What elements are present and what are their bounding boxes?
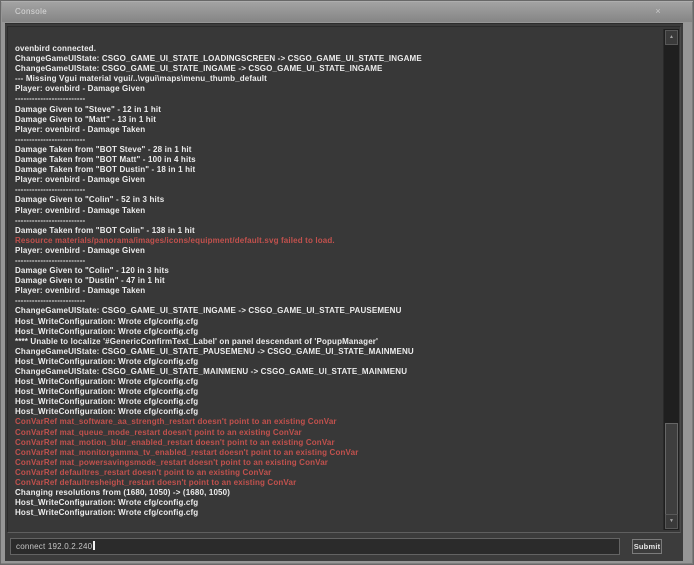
log-line: ConVarRef mat_powersavingsmode_restart d…: [15, 458, 660, 468]
log-line: Player: ovenbird - Damage Given: [15, 175, 660, 185]
console-log: ovenbird connected.ChangeGameUIState: CS…: [15, 44, 660, 530]
log-line: ChangeGameUIState: CSGO_GAME_UI_STATE_MA…: [15, 367, 660, 377]
log-line: Player: ovenbird - Damage Taken: [15, 286, 660, 296]
log-line: Damage Given to "Colin" - 52 in 3 hits: [15, 195, 660, 205]
log-line: Host_WriteConfiguration: Wrote cfg/confi…: [15, 377, 660, 387]
log-line: Host_WriteConfiguration: Wrote cfg/confi…: [15, 387, 660, 397]
log-line: ConVarRef mat_motion_blur_enabled_restar…: [15, 438, 660, 448]
log-line: ConVarRef mat_queue_mode_restart doesn't…: [15, 428, 660, 438]
log-line: Damage Given to "Matt" - 13 in 1 hit: [15, 115, 660, 125]
console-window: Console × ovenbird connected.ChangeGameU…: [0, 0, 694, 565]
command-text: connect 192.0.2.240: [16, 542, 92, 551]
up-arrow-icon: ▲: [669, 35, 674, 40]
log-line: Host_WriteConfiguration: Wrote cfg/confi…: [15, 317, 660, 327]
down-arrow-icon: ▼: [669, 519, 674, 524]
log-line: --- Missing Vgui material vgui/..\vgui\m…: [15, 74, 660, 84]
log-line: -------------------------: [15, 94, 660, 104]
log-line: ovenbird connected.: [15, 44, 660, 54]
log-line: Host_WriteConfiguration: Wrote cfg/confi…: [15, 357, 660, 367]
scrollbar-thumb[interactable]: [665, 423, 678, 515]
log-line: ChangeGameUIState: CSGO_GAME_UI_STATE_IN…: [15, 64, 660, 74]
log-line: Player: ovenbird - Damage Given: [15, 246, 660, 256]
log-line: -------------------------: [15, 296, 660, 306]
log-line: Changing resolutions from (1680, 1050) -…: [15, 488, 660, 498]
console-body: ovenbird connected.ChangeGameUIState: CS…: [5, 23, 683, 561]
log-line: Damage Given to "Steve" - 12 in 1 hit: [15, 105, 660, 115]
scrollbar[interactable]: ▲ ▼: [663, 29, 679, 530]
log-line: -------------------------: [15, 216, 660, 226]
log-line: Player: ovenbird - Damage Taken: [15, 206, 660, 216]
log-line: Host_WriteConfiguration: Wrote cfg/confi…: [15, 498, 660, 508]
log-line: Host_WriteConfiguration: Wrote cfg/confi…: [15, 508, 660, 518]
console-output-area: ovenbird connected.ChangeGameUIState: CS…: [7, 26, 681, 533]
command-input[interactable]: connect 192.0.2.240: [10, 538, 620, 555]
titlebar[interactable]: Console ×: [2, 2, 692, 22]
submit-button[interactable]: Submit: [632, 539, 662, 554]
log-line: Host_WriteConfiguration: Wrote cfg/confi…: [15, 407, 660, 417]
scroll-down-button[interactable]: ▼: [665, 514, 678, 529]
close-icon[interactable]: ×: [652, 5, 664, 17]
text-cursor: [93, 541, 95, 550]
log-line: -------------------------: [15, 135, 660, 145]
log-line: Damage Taken from "BOT Colin" - 138 in 1…: [15, 226, 660, 236]
log-line: ChangeGameUIState: CSGO_GAME_UI_STATE_IN…: [15, 306, 660, 316]
log-line: Damage Given to "Dustin" - 47 in 1 hit: [15, 276, 660, 286]
log-line: Damage Taken from "BOT Steve" - 28 in 1 …: [15, 145, 660, 155]
log-line: ConVarRef defaultres_restart doesn't poi…: [15, 468, 660, 478]
log-line: -------------------------: [15, 185, 660, 195]
window-title: Console: [15, 7, 47, 16]
log-line: ConVarRef defaultresheight_restart doesn…: [15, 478, 660, 488]
log-line: Damage Taken from "BOT Matt" - 100 in 4 …: [15, 155, 660, 165]
log-line: Damage Taken from "BOT Dustin" - 18 in 1…: [15, 165, 660, 175]
log-line: ChangeGameUIState: CSGO_GAME_UI_STATE_PA…: [15, 347, 660, 357]
log-line: Resource materials/panorama/images/icons…: [15, 236, 660, 246]
log-line: Host_WriteConfiguration: Wrote cfg/confi…: [15, 327, 660, 337]
log-line: ConVarRef mat_monitorgamma_tv_enabled_re…: [15, 448, 660, 458]
log-line: Player: ovenbird - Damage Taken: [15, 125, 660, 135]
scroll-up-button[interactable]: ▲: [665, 30, 678, 45]
log-line: Player: ovenbird - Damage Given: [15, 84, 660, 94]
log-line: -------------------------: [15, 256, 660, 266]
log-line: Damage Given to "Colin" - 120 in 3 hits: [15, 266, 660, 276]
log-line: Host_WriteConfiguration: Wrote cfg/confi…: [15, 397, 660, 407]
log-line: ConVarRef mat_software_aa_strength_resta…: [15, 417, 660, 427]
log-line: **** Unable to localize '#GenericConfirm…: [15, 337, 660, 347]
log-line: ChangeGameUIState: CSGO_GAME_UI_STATE_LO…: [15, 54, 660, 64]
submit-label: Submit: [634, 542, 661, 551]
